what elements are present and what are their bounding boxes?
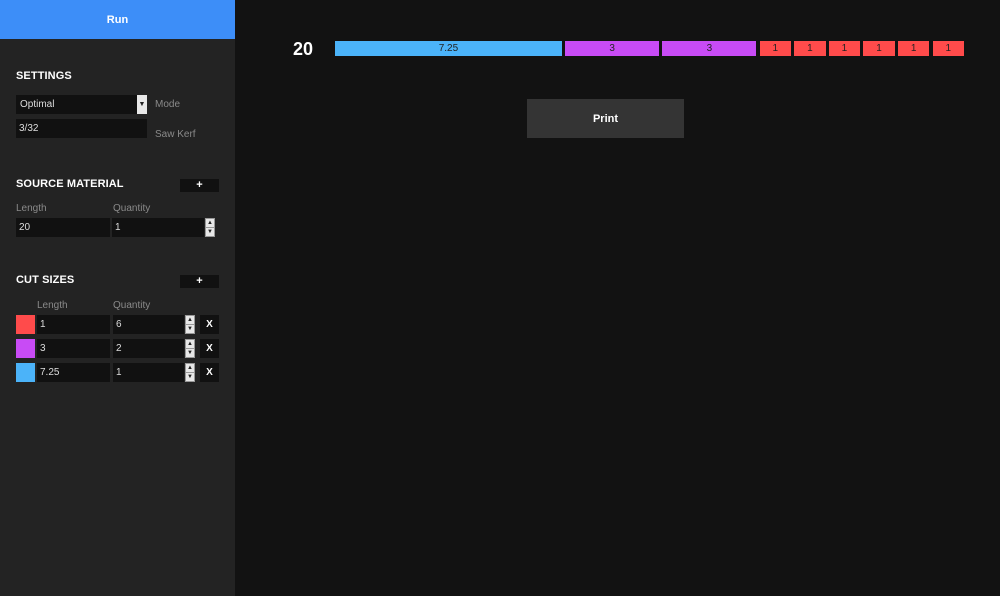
source-quantity-stepper[interactable]: ▲ ▼ [205,218,215,237]
chevron-down-icon[interactable]: ▼ [186,348,194,357]
saw-kerf-input[interactable]: 3/32 [16,119,147,138]
chevron-down-icon[interactable]: ▼ [206,227,214,236]
source-material-title: SOURCE MATERIAL [16,178,124,190]
cut-length-header: Length [37,300,68,311]
chevron-down-icon[interactable]: ▼ [186,324,194,333]
add-cut-button[interactable]: + [180,275,219,288]
remove-cut-button[interactable]: X [200,339,219,358]
cut-quantity-header: Quantity [113,300,151,311]
cut-quantity-input[interactable]: 6 [113,315,184,334]
source-length-input[interactable]: 20 [16,218,110,237]
cut-length-input[interactable]: 3 [37,339,110,358]
source-length-header: Length [16,203,47,214]
cut-piece: 7.25 [335,41,562,56]
chevron-up-icon[interactable]: ▲ [186,316,194,324]
chevron-down-icon[interactable]: ▼ [186,372,194,381]
cut-sizes-title: CUT SIZES [16,274,75,286]
chevron-down-icon[interactable]: ▼ [137,95,147,114]
cut-quantity-input[interactable]: 2 [113,339,184,358]
cut-piece: 3 [565,41,660,56]
chevron-up-icon[interactable]: ▲ [206,219,214,227]
cut-quantity-stepper[interactable]: ▲ ▼ [185,339,195,358]
mode-label: Mode [155,99,181,110]
cut-piece: 1 [828,41,861,56]
cut-length-input[interactable]: 7.25 [37,363,110,382]
source-quantity-header: Quantity [113,203,151,214]
add-source-button[interactable]: + [180,179,219,192]
remove-cut-button[interactable]: X [200,363,219,382]
source-quantity-input[interactable]: 1 [112,218,204,237]
mode-select[interactable]: Optimal ▼ [16,95,147,114]
sidebar: Run SETTINGS Optimal ▼ Mode 3/32 Saw Ker… [0,0,235,596]
cut-piece: 1 [794,41,826,56]
cut-color-swatch[interactable] [16,339,35,358]
cut-quantity-stepper[interactable]: ▲ ▼ [185,315,195,334]
chevron-up-icon[interactable]: ▲ [186,364,194,372]
cut-piece: 3 [662,41,757,56]
cut-piece: 1 [759,41,791,56]
saw-kerf-label: Saw Kerf [155,129,196,140]
stock-length-label: 20 [293,39,314,59]
chevron-up-icon[interactable]: ▲ [186,340,194,348]
mode-select-value: Optimal [20,99,55,110]
cut-color-swatch[interactable] [16,315,35,334]
cut-piece: 1 [863,41,895,56]
run-button[interactable]: Run [0,0,235,39]
cut-quantity-stepper[interactable]: ▲ ▼ [185,363,195,382]
remove-cut-button[interactable]: X [200,315,219,334]
cut-color-swatch[interactable] [16,363,35,382]
settings-title: SETTINGS [16,70,72,82]
print-button[interactable]: Print [527,99,684,138]
cut-piece: 1 [932,41,964,56]
cut-quantity-input[interactable]: 1 [113,363,184,382]
cut-piece: 1 [898,41,930,56]
cut-length-input[interactable]: 1 [37,315,110,334]
